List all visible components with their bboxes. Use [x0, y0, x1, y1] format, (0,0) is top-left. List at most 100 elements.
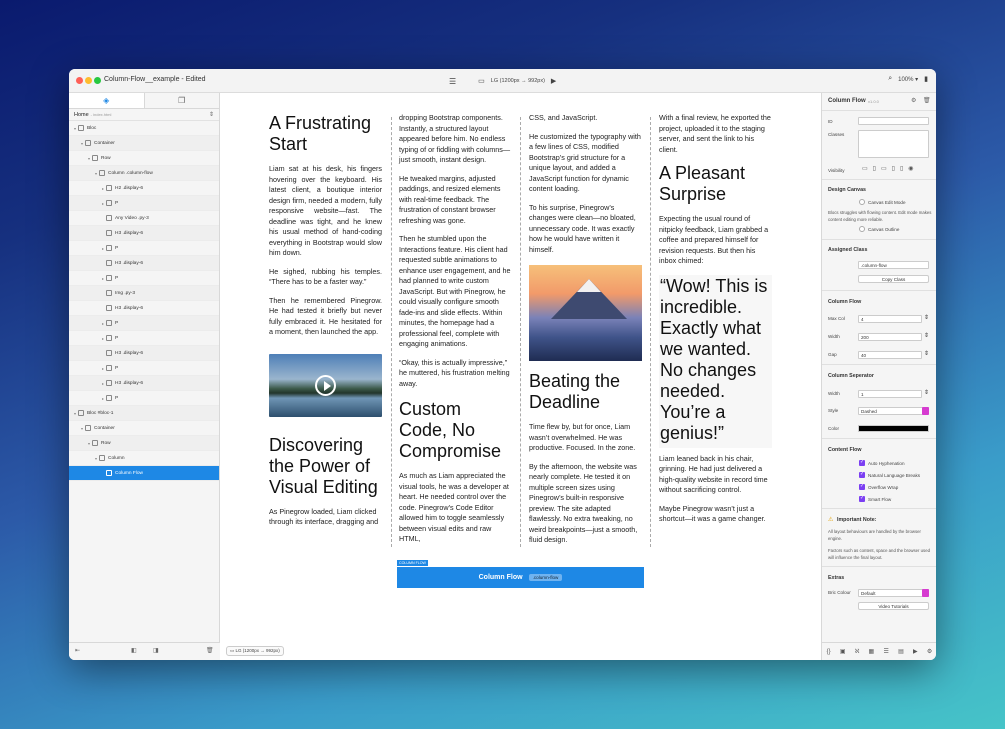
paragraph[interactable]: Liam leaned back in his chair, grinning.… [659, 454, 772, 496]
close-window-button[interactable] [76, 77, 83, 84]
style-select[interactable]: Dashed [858, 407, 929, 415]
minimize-window-button[interactable] [85, 77, 92, 84]
layer-row[interactable]: H3 .display-6 [69, 346, 219, 361]
column-left-icon[interactable]: ◧ [131, 647, 137, 654]
page-select[interactable]: Home - index.html ⇕ [69, 109, 219, 121]
collapse-icon[interactable]: ⇤ [75, 647, 80, 654]
list-icon[interactable]: ☰ [883, 648, 888, 655]
paragraph[interactable]: As Pinegrow loaded, Liam clicked through… [269, 507, 382, 528]
layout-icon[interactable]: ▤ [898, 648, 904, 655]
zoom-window-button[interactable] [94, 77, 101, 84]
stepper-icon[interactable]: ⇕ [924, 350, 929, 357]
layer-row[interactable]: Column Flow [69, 466, 219, 481]
list-icon[interactable]: ☰ [449, 77, 456, 86]
paragraph[interactable]: Expecting the usual round of nitpicky fe… [659, 214, 772, 267]
canvas-edit-radio[interactable] [859, 199, 865, 205]
layer-row[interactable]: ▸ H3 .display-6 [69, 376, 219, 391]
play-icon[interactable]: ▶ [551, 77, 556, 85]
breakpoint-select[interactable]: LG (1200px → 992px) [491, 78, 545, 84]
visibility-toggles[interactable]: ▭▯▭▯▯◉ [862, 165, 918, 172]
mountain-image[interactable] [529, 265, 642, 361]
layer-row[interactable]: ▸ H2 .display-6 [69, 181, 219, 196]
overflow-wrap-checkbox[interactable] [859, 483, 865, 490]
video-player[interactable] [269, 353, 382, 417]
paragraph[interactable]: Time flew by, but for once, Liam wasn’t … [529, 422, 642, 454]
canvas-outline-radio[interactable] [859, 226, 865, 232]
layer-row[interactable]: ▾ Row [69, 151, 219, 166]
heading-frustrating-start[interactable]: A Frustrating Start [269, 113, 382, 155]
layer-row[interactable]: ▸ P [69, 361, 219, 376]
layer-row[interactable]: ▾ Column [69, 451, 219, 466]
paragraph[interactable]: By the afternoon, the website was nearly… [529, 462, 642, 546]
stepper-icon[interactable]: ⇕ [924, 314, 929, 321]
paragraph[interactable]: Maybe Pinegrow wasn’t just a shortcut—it… [659, 504, 772, 525]
paragraph[interactable]: With a final review, he exported the pro… [659, 113, 772, 155]
layer-row[interactable]: H3 .display-6 [69, 226, 219, 241]
column-right-icon[interactable]: ◨ [153, 647, 159, 654]
paragraph[interactable]: dropping Bootstrap components. Instantly… [399, 113, 512, 166]
settings-icon[interactable]: ⚙ [927, 648, 932, 655]
heading-pleasant-surprise[interactable]: A Pleasant Surprise [659, 163, 772, 205]
layer-row[interactable]: ▸ P [69, 241, 219, 256]
paragraph[interactable]: Then he stumbled upon the Interactions f… [399, 234, 512, 350]
zoom-select[interactable]: 100% ▾ [898, 76, 918, 83]
paragraph[interactable]: He tweaked margins, adjusted paddings, a… [399, 174, 512, 227]
layer-row[interactable]: ▾ Row [69, 436, 219, 451]
paragraph[interactable]: To his surprise, Pinegrow’s changes were… [529, 203, 642, 256]
quote-block[interactable]: “Wow! This is incredible. Exactly what w… [659, 274, 772, 448]
paragraph[interactable]: CSS, and JavaScript. [529, 113, 642, 124]
max-col-field[interactable]: 4 [858, 315, 922, 323]
classes-field[interactable] [858, 130, 929, 158]
layer-row[interactable]: ▾ Bloc #bloc-1 [69, 406, 219, 421]
paragraph[interactable]: Liam sat at his desk, his fingers hoveri… [269, 164, 382, 259]
layer-row[interactable]: H3 .display-6 [69, 301, 219, 316]
paragraph[interactable]: Then he remembered Pinegrow. He had test… [269, 296, 382, 338]
paragraph[interactable]: He sighed, rubbing his temples. “There h… [269, 267, 382, 288]
layer-row[interactable]: Any Video .py-3 [69, 211, 219, 226]
layer-row[interactable]: Img .py-3 [69, 286, 219, 301]
settings-icon[interactable]: ⚙ [911, 97, 916, 104]
bag-icon[interactable]: ▮ [924, 75, 928, 83]
trash-icon[interactable]: 🗑 [923, 97, 931, 104]
stepper-icon[interactable]: ⇕ [924, 332, 929, 339]
image-icon[interactable]: ▣ [840, 648, 846, 655]
layer-row[interactable]: ▸ P [69, 316, 219, 331]
color-swatch[interactable] [858, 425, 929, 432]
media-icon[interactable]: ▶ [913, 648, 918, 655]
layer-row[interactable]: ▸ P [69, 196, 219, 211]
code-icon[interactable]: {} [827, 649, 831, 655]
device-icon[interactable]: ▭ [478, 77, 485, 85]
layer-row[interactable]: ▸ P [69, 271, 219, 286]
layer-row[interactable]: ▸ P [69, 391, 219, 406]
layer-row[interactable]: ▾ Column .column-flow [69, 166, 219, 181]
grid-icon[interactable]: ▦ [869, 648, 875, 655]
paragraph[interactable]: “Okay, this is actually impressive,” he … [399, 358, 512, 390]
column-flow-block[interactable]: Column Flow .column-flow [397, 567, 644, 588]
width-field[interactable]: 200 [858, 333, 922, 341]
video-tutorials-button[interactable]: Video Tutorials [858, 602, 929, 610]
search-icon[interactable]: ⌕ [888, 75, 892, 83]
heading-discovering[interactable]: Discovering the Power of Visual Editing [269, 435, 382, 498]
layer-row[interactable]: ▾ Bloc [69, 121, 219, 136]
breakpoint-indicator[interactable]: ▭ LG (1200px → 992px) [226, 646, 284, 656]
layer-row[interactable]: ▸ P [69, 331, 219, 346]
sep-width-field[interactable]: 1 [858, 390, 922, 398]
tab-layers[interactable]: ◈ [69, 93, 145, 108]
play-icon[interactable] [315, 374, 336, 396]
paragraph[interactable]: He customized the typography with a few … [529, 132, 642, 195]
copy-class-button[interactable]: Copy Class [858, 275, 929, 283]
layer-row[interactable]: H3 .display-6 [69, 256, 219, 271]
bric-colour-select[interactable]: Default [858, 589, 929, 597]
natural-breaks-checkbox[interactable] [859, 471, 865, 478]
paragraph[interactable]: As much as Liam appreciated the visual t… [399, 471, 512, 545]
id-field[interactable] [858, 117, 929, 125]
heading-custom-code[interactable]: Custom Code, No Compromise [399, 399, 512, 462]
stepper-icon[interactable]: ⇕ [924, 389, 929, 396]
layer-row[interactable]: ▾ Container [69, 421, 219, 436]
heading-beating-deadline[interactable]: Beating the Deadline [529, 371, 642, 413]
layer-row[interactable]: ▾ Container [69, 136, 219, 151]
text-icon[interactable]: ℵ [855, 648, 859, 655]
gap-field[interactable]: 40 [858, 351, 922, 359]
class-field[interactable]: .column-flow [858, 261, 929, 269]
auto-hyphenation-checkbox[interactable] [859, 459, 865, 466]
